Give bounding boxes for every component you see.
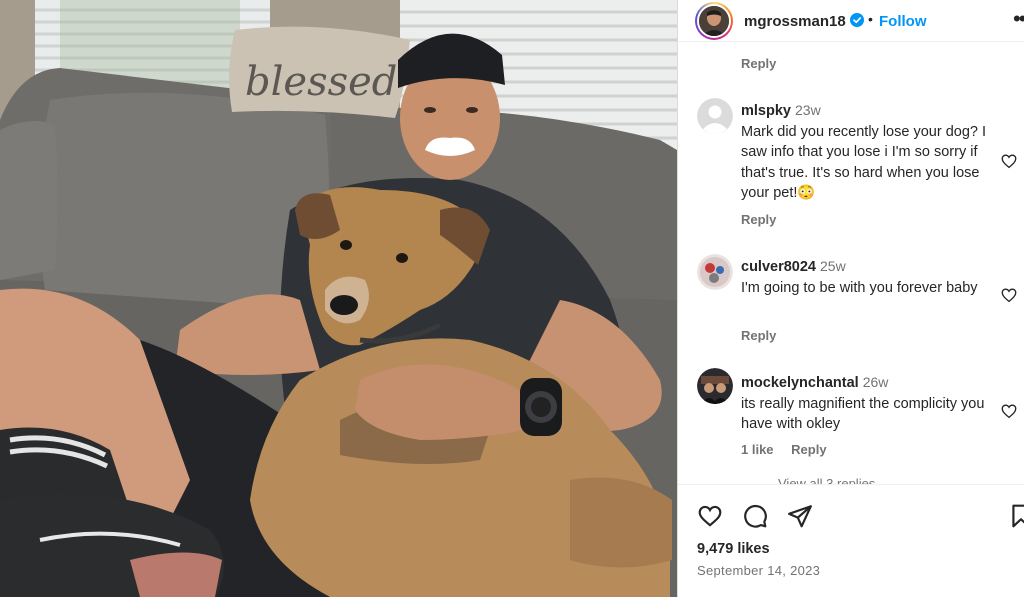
comment-username[interactable]: culver8024 (741, 259, 816, 275)
comment-like-icon[interactable] (1000, 286, 1018, 304)
author-avatar-image (699, 6, 729, 36)
verified-badge-icon (850, 13, 864, 27)
comment-meta: Reply (741, 212, 790, 227)
photo-avatar[interactable] (697, 254, 733, 290)
comment-like-icon[interactable] (1000, 152, 1018, 170)
default-avatar-icon[interactable] (697, 98, 733, 134)
share-icon[interactable] (787, 503, 813, 529)
comment-text: Mark did you recently lose your dog? I s… (741, 123, 987, 202)
comment-meta: Reply (741, 328, 790, 343)
comment-body: mlspky 23w Mark did you recently lose yo… (741, 100, 986, 204)
view-replies-link[interactable]: View all 3 replies (778, 476, 875, 484)
post-photo[interactable]: blessed (0, 0, 677, 597)
bookmark-icon[interactable] (1008, 503, 1024, 529)
author-avatar[interactable] (695, 2, 733, 40)
post-actions: 9,479 likes September 14, 2023 (678, 484, 1024, 597)
comment-time[interactable]: 26w (863, 374, 889, 390)
comment-time[interactable]: 23w (795, 102, 821, 118)
follow-button[interactable]: Follow (879, 13, 927, 30)
comment-body: culver8024 25w I'm going to be with you … (741, 256, 986, 298)
heart-icon[interactable] (697, 503, 723, 529)
post-date[interactable]: September 14, 2023 (697, 563, 820, 578)
pillow-text: blessed (245, 59, 397, 105)
comment-meta: 1 like Reply (741, 442, 841, 457)
photo-avatar[interactable] (697, 368, 733, 404)
comment-username[interactable]: mlspky (741, 103, 791, 119)
author-username[interactable]: mgrossman18 (744, 13, 846, 30)
comments-list: Reply mlspky 23w Mark did you recently l… (678, 42, 1024, 484)
reply-button[interactable]: Reply (791, 442, 826, 457)
post-header: mgrossman18 • Follow ••• (678, 0, 1024, 42)
comment-likes[interactable]: 1 like (741, 442, 774, 457)
reply-button[interactable]: Reply (741, 212, 776, 227)
likes-count[interactable]: 9,479 likes (697, 541, 770, 557)
comment-text: I'm going to be with you forever baby (741, 279, 978, 296)
post-photo-illustration: blessed (0, 0, 677, 597)
comment-like-icon[interactable] (1000, 402, 1018, 420)
more-options-icon[interactable]: ••• (1013, 6, 1024, 32)
reply-button[interactable]: Reply (741, 328, 776, 343)
comment-icon[interactable] (742, 503, 768, 529)
separator-dot: • (868, 11, 873, 27)
comment-time[interactable]: 25w (820, 258, 846, 274)
post-side-panel: mgrossman18 • Follow ••• Reply mlspky 23… (677, 0, 1024, 597)
comment-username[interactable]: mockelynchantal (741, 375, 859, 391)
comment-text: its really magnifient the complicity you… (741, 395, 985, 433)
comment-body: mockelynchantal 26w its really magnifien… (741, 372, 986, 435)
reply-button[interactable]: Reply (741, 56, 776, 71)
